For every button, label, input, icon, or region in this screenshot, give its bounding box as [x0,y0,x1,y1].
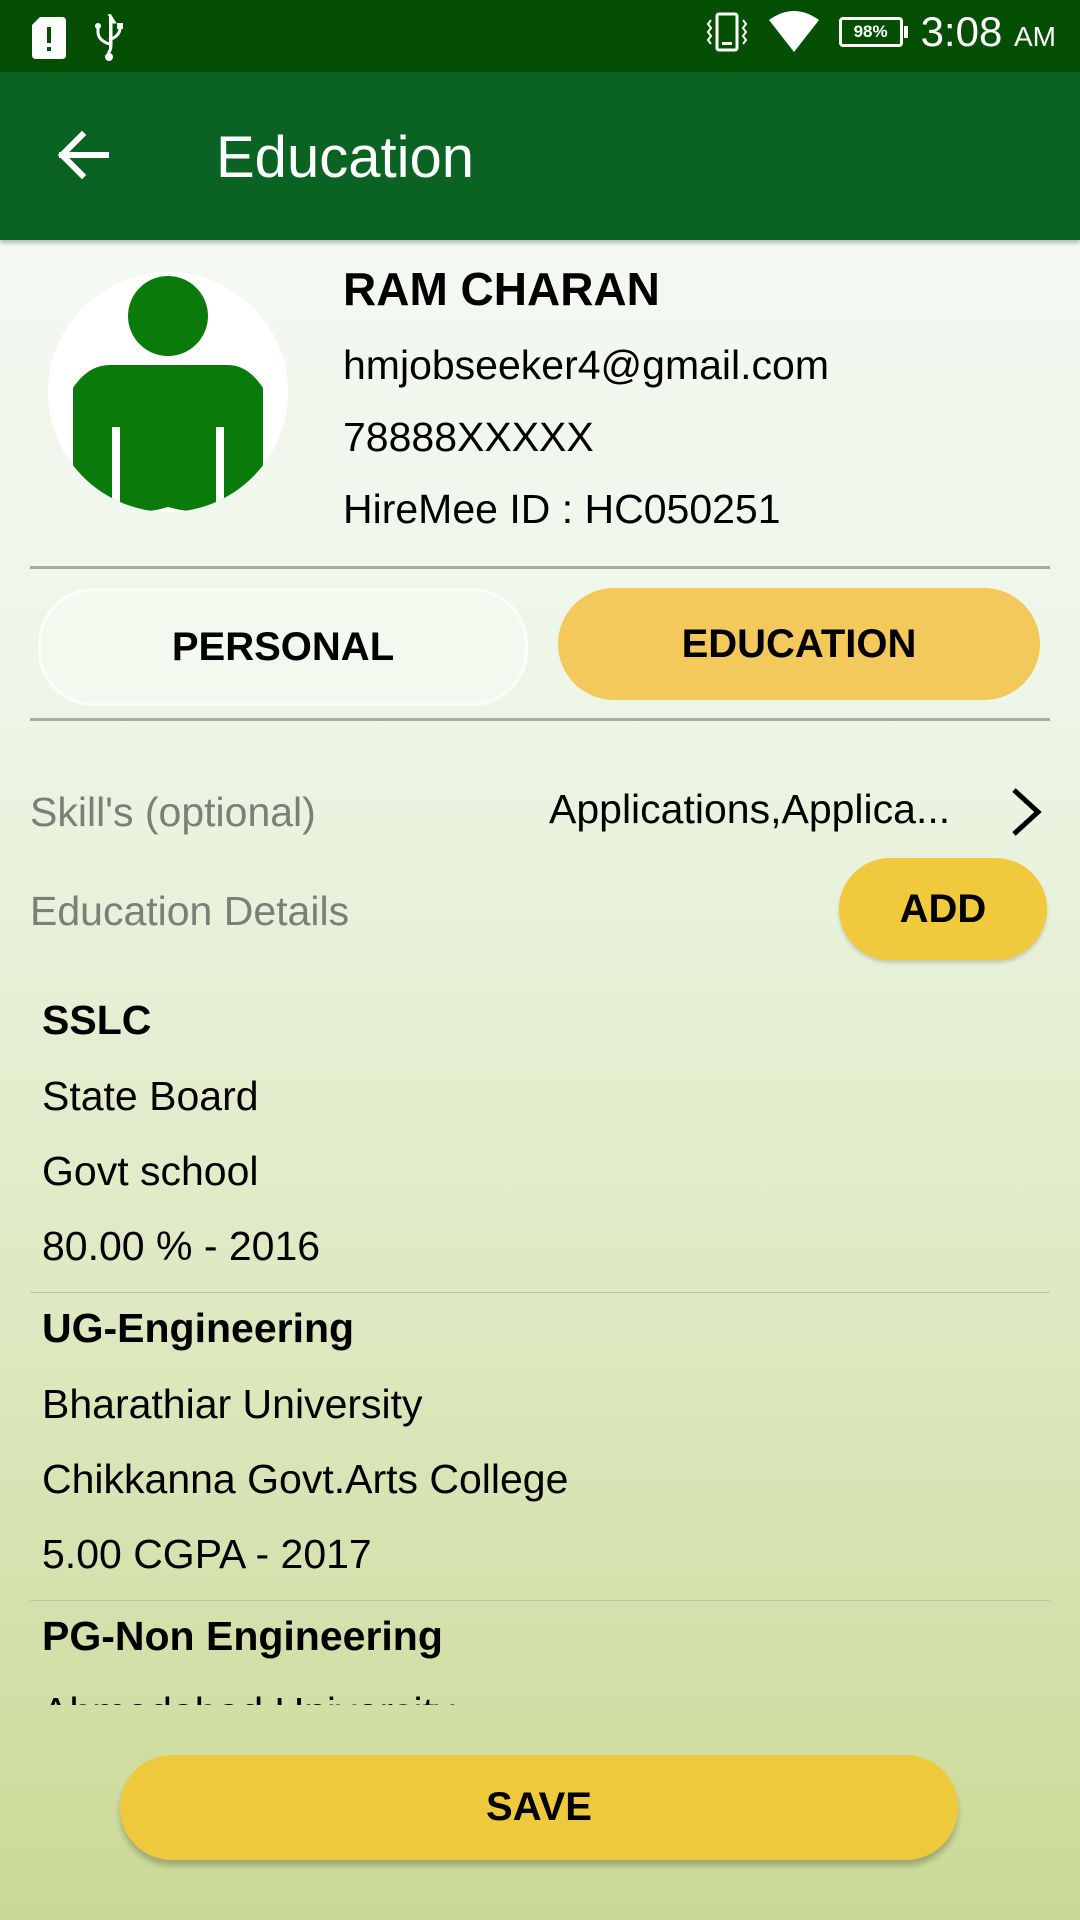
usb-icon [95,14,123,61]
education-score-year: 5.00 CGPA - 2017 [42,1531,372,1577]
person-icon [73,276,263,512]
page-title: Education [216,125,474,190]
tab-education[interactable]: EDUCATION [558,588,1040,700]
battery-icon: 98% [838,17,908,47]
education-institution: Chikkanna Govt.Arts College [42,1456,569,1502]
education-level: UG-Engineering [42,1305,355,1351]
education-level: PG-Non Engineering [42,1613,443,1659]
divider [30,566,1050,569]
profile-phone: 78888XXXXX [343,414,594,460]
arrow-left-icon [57,130,109,180]
divider [30,718,1050,721]
list-item[interactable]: PG-Non Engineering Ahmedabad University [30,1601,1050,1705]
list-item[interactable]: UG-Engineering Bharathiar University Chi… [30,1293,1050,1601]
skills-chevron-button[interactable] [1008,786,1044,838]
tab-personal[interactable]: PERSONAL [38,588,528,706]
avatar[interactable] [48,272,288,512]
education-details-label: Education Details [30,888,350,934]
education-score-year: 80.00 % - 2016 [42,1223,321,1269]
education-level: SSLC [42,997,152,1043]
chevron-right-icon [1012,788,1042,836]
vibrate-icon [706,12,747,52]
status-bar: 98% 3:08 AM [0,0,1080,72]
profile-email: hmjobseeker4@gmail.com [343,342,829,388]
education-board: State Board [42,1073,259,1119]
skills-value[interactable]: Applications,Applica... [549,786,950,833]
battery-level: 98% [853,22,888,41]
education-board: Ahmedabad University [42,1689,454,1705]
alert-icon [32,17,66,59]
education-institution: Govt school [42,1148,259,1194]
app-bar: Education [0,72,1080,240]
clock: 3:08 AM [920,8,1056,55]
profile-hiremee-id: HireMee ID : HC050251 [343,486,781,532]
education-list[interactable]: SSLC State Board Govt school 80.00 % - 2… [0,985,1080,1705]
list-item[interactable]: SSLC State Board Govt school 80.00 % - 2… [30,985,1050,1293]
skills-label: Skill's (optional) [30,789,316,835]
back-button[interactable] [50,122,116,188]
add-education-button[interactable]: ADD [839,858,1047,960]
save-button[interactable]: SAVE [120,1755,958,1860]
profile-name: RAM CHARAN [343,263,660,315]
wifi-icon [768,11,819,52]
education-board: Bharathiar University [42,1381,423,1427]
